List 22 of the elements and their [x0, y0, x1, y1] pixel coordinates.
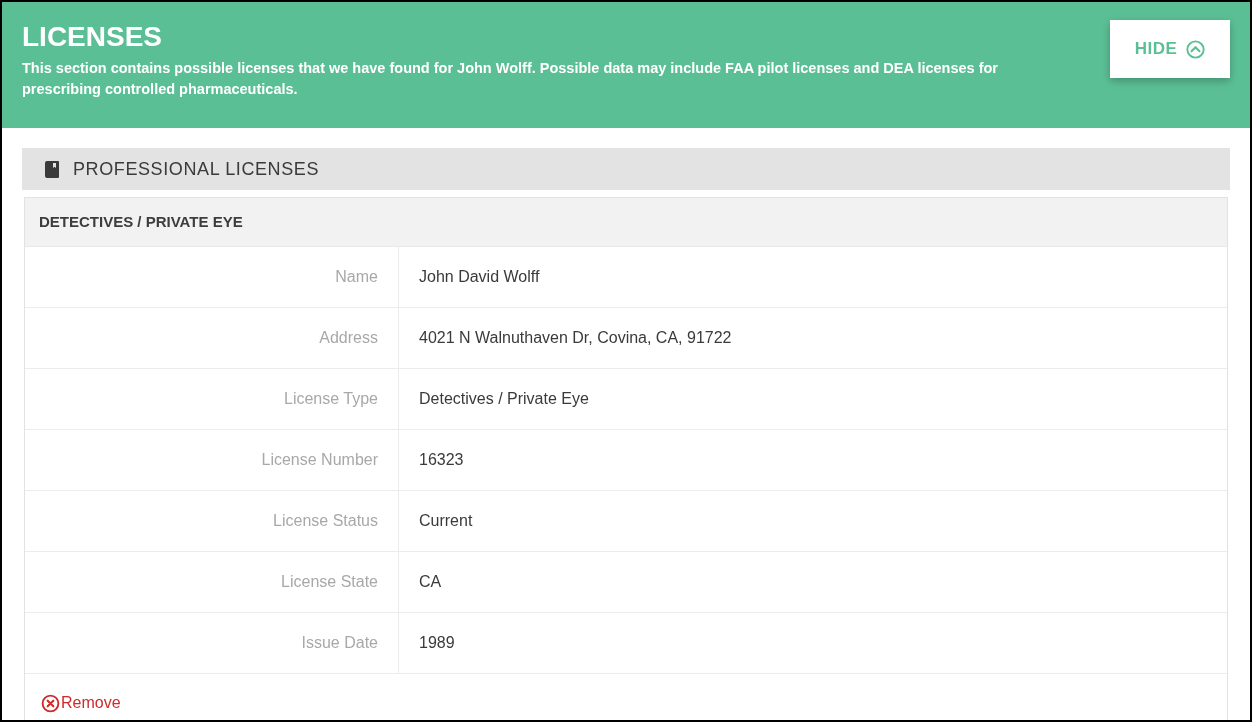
field-label: License State	[281, 572, 378, 592]
section-description: This section contains possible licenses that we have found for John Wolff. Possible data may include FAA pilot licenses and DEA licenses for prescribing controlled pharmaceuticals.	[22, 59, 999, 99]
field-value: John David Wolff	[419, 267, 540, 287]
field-label: Address	[319, 328, 378, 348]
group-title: PROFESSIONAL LICENSES	[73, 157, 319, 181]
field-label: License Number	[261, 450, 378, 470]
field-value: 16323	[419, 450, 464, 470]
close-circle-icon	[41, 693, 60, 713]
field-label: Issue Date	[301, 633, 378, 653]
remove-link[interactable]: Remove	[41, 691, 121, 715]
field-value: 1989	[419, 633, 455, 653]
section-title: LICENSES	[22, 20, 164, 54]
field-label: License Type	[284, 389, 378, 409]
record-title: DETECTIVES / PRIVATE EYE	[39, 211, 243, 232]
field-label: License Status	[273, 511, 378, 531]
field-value: 4021 N Walnuthaven Dr, Covina, CA, 91722	[419, 328, 732, 348]
field-label: Name	[335, 267, 378, 287]
book-icon	[45, 160, 59, 178]
field-value: CA	[419, 572, 442, 592]
chevron-up-circle-icon	[1186, 39, 1206, 59]
field-value: Detectives / Private Eye	[419, 389, 589, 409]
field-value: Current	[419, 511, 473, 531]
